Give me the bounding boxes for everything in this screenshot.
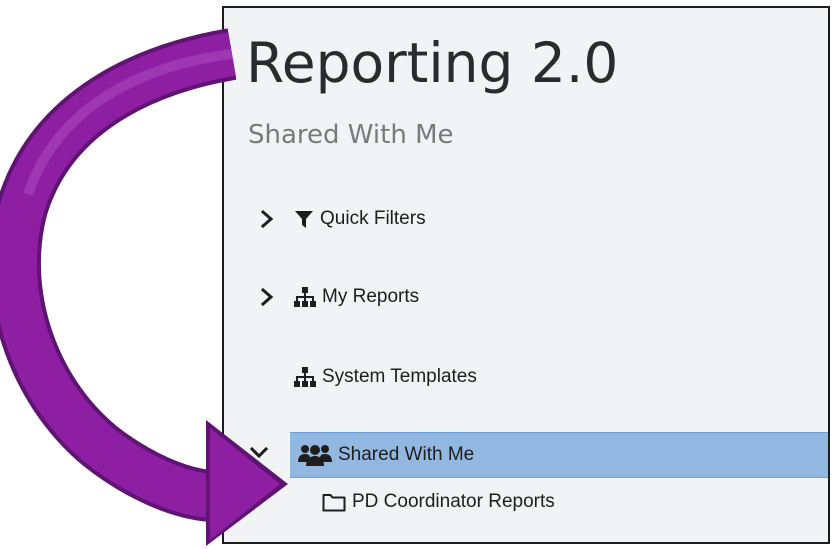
- tree-item-my-reports[interactable]: My Reports: [224, 278, 828, 316]
- tree-item-label: Quick Filters: [320, 208, 426, 229]
- tree-item-label: My Reports: [322, 286, 420, 307]
- filter-icon: [294, 209, 314, 229]
- screenshot-stage: Reporting 2.0 Shared With Me Quick Filte…: [0, 0, 840, 549]
- users-icon: [298, 443, 332, 467]
- folder-icon: [322, 492, 346, 512]
- page-title: Reporting 2.0: [246, 31, 619, 95]
- reporting-panel: Reporting 2.0 Shared With Me Quick Filte…: [222, 6, 830, 544]
- sitemap-icon: [294, 286, 316, 308]
- tree-item-label: Shared With Me: [338, 444, 475, 465]
- page-subtitle: Shared With Me: [248, 120, 454, 150]
- tree-item-label: System Templates: [322, 366, 477, 387]
- tree-item-quick-filters[interactable]: Quick Filters: [224, 200, 828, 238]
- tree-item-system-templates[interactable]: System Templates: [224, 358, 828, 396]
- tree-item-pd-coordinator-reports[interactable]: PD Coordinator Reports: [322, 482, 822, 522]
- chevron-right-icon[interactable]: [258, 208, 276, 230]
- chevron-right-icon[interactable]: [258, 286, 276, 308]
- tree-item-shared-with-me[interactable]: Shared With Me: [290, 432, 828, 478]
- chevron-down-icon[interactable]: [250, 442, 268, 464]
- tree-item-label: PD Coordinator Reports: [352, 491, 555, 512]
- sitemap-icon: [294, 366, 316, 388]
